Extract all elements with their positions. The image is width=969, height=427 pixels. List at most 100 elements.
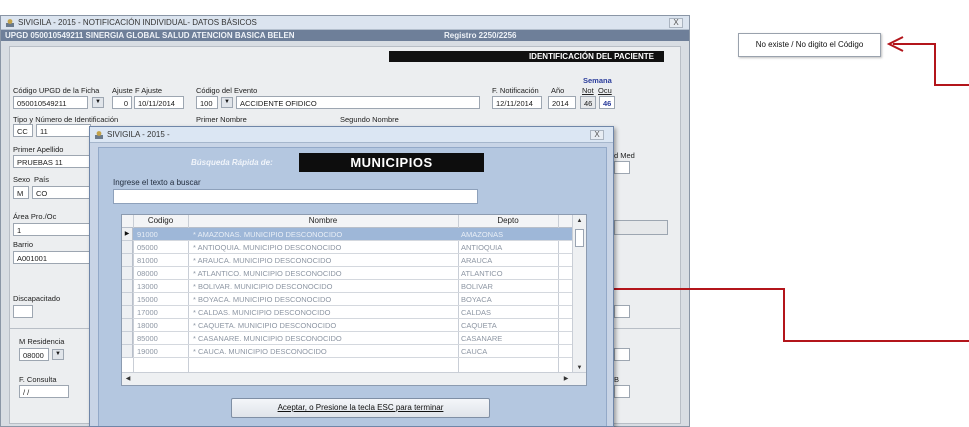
cell-depto: CAQUETA bbox=[461, 321, 497, 330]
m-residencia-field[interactable]: 08000 bbox=[19, 348, 49, 361]
semana-ocu-field[interactable]: 46 bbox=[599, 96, 615, 109]
semana-not-field[interactable]: 46 bbox=[580, 96, 596, 109]
label-d-med: d Med bbox=[614, 151, 635, 160]
label-tipo-numero: Tipo y Número de Identificación bbox=[13, 115, 119, 124]
cell-codigo: 05000 bbox=[137, 243, 158, 252]
sivigila-app-icon bbox=[95, 131, 103, 139]
upgd-header-text: UPGD 050010549211 SINERGIA GLOBAL SALUD … bbox=[5, 31, 295, 40]
chevron-down-icon[interactable]: ▼ bbox=[221, 97, 233, 108]
cell-depto: ANTIOQUIA bbox=[461, 243, 503, 252]
column-depto[interactable]: Depto bbox=[458, 216, 558, 225]
dialog-title-bar: SIVIGILA - 2015 - X bbox=[90, 127, 613, 143]
cell-codigo: 13000 bbox=[137, 282, 158, 291]
label-f-ajuste: F Ajuste bbox=[135, 86, 163, 95]
dialog-title: SIVIGILA - 2015 - bbox=[107, 130, 170, 139]
cell-nombre: * CAUCA. MUNICIPIO DESCONOCIDO bbox=[193, 347, 327, 356]
label-codigo-evento: Código del Evento bbox=[196, 86, 258, 95]
label-not: Not bbox=[582, 86, 594, 95]
residencia-right-field[interactable] bbox=[614, 348, 630, 361]
cell-depto: CALDAS bbox=[461, 308, 492, 317]
sivigila-app-icon bbox=[6, 19, 14, 27]
label-codigo-upgd: Código UPGD de la Ficha bbox=[13, 86, 100, 95]
cell-nombre: * BOYACA. MUNICIPIO DESCONOCIDO bbox=[193, 295, 332, 304]
quick-search-target: MUNICIPIOS bbox=[299, 153, 484, 172]
tipo-id-field[interactable]: CC bbox=[13, 124, 33, 137]
row-selector[interactable] bbox=[122, 306, 133, 319]
d-med-field[interactable] bbox=[614, 161, 630, 174]
area-field[interactable]: 1 bbox=[13, 223, 91, 236]
right-small-field[interactable] bbox=[614, 305, 630, 318]
barrio-field[interactable]: A001001 bbox=[13, 251, 91, 264]
scroll-thumb[interactable] bbox=[575, 229, 584, 247]
row-selector[interactable] bbox=[122, 332, 133, 345]
table-row[interactable]: 85000 * CASANARE. MUNICIPIO DESCONOCIDO CA… bbox=[133, 332, 574, 345]
primer-apellido-field[interactable]: PRUEBAS 11 bbox=[13, 155, 91, 168]
label-f-consulta: F. Consulta bbox=[19, 375, 57, 384]
table-row[interactable]: 81000 * ARAUCA. MUNICIPIO DESCONOCIDO ARAU… bbox=[133, 254, 574, 267]
evento-nombre-field[interactable]: ACCIDENTE OFIDICO bbox=[236, 96, 480, 109]
sexo-field[interactable]: M bbox=[13, 186, 29, 199]
table-row[interactable]: 15000 * BOYACA. MUNICIPIO DESCONOCIDO BOYA… bbox=[133, 293, 574, 306]
cell-codigo: 81000 bbox=[137, 256, 158, 265]
table-row[interactable]: 08000 * ATLANTICO. MUNICIPIO DESCONOCIDO A… bbox=[133, 267, 574, 280]
table-row[interactable]: 18000 * CAQUETA. MUNICIPIO DESCONOCIDO CAQ… bbox=[133, 319, 574, 332]
horizontal-scrollbar[interactable]: ◀ ▶ bbox=[122, 372, 586, 385]
ajuste-field[interactable]: 0 bbox=[112, 96, 132, 109]
label-ajuste: Ajuste bbox=[112, 86, 133, 95]
cell-codigo: 15000 bbox=[137, 295, 158, 304]
discapacitado-field[interactable] bbox=[13, 305, 33, 318]
search-label: Ingrese el texto a buscar bbox=[113, 178, 201, 187]
cell-codigo: 18000 bbox=[137, 321, 158, 330]
main-window-title: SIVIGILA - 2015 - NOTIFICACIÓN INDIVIDUA… bbox=[18, 18, 257, 27]
main-close-button[interactable]: X bbox=[669, 18, 683, 28]
table-row[interactable]: 13000 * BOLIVAR. MUNICIPIO DESCONOCIDO BOL… bbox=[133, 280, 574, 293]
cell-depto: CAUCA bbox=[461, 347, 488, 356]
label-primer-apellido: Primer Apellido bbox=[13, 145, 64, 154]
area-right-field[interactable] bbox=[614, 220, 668, 235]
table-row[interactable]: 91000 * AMAZONAS. MUNICIPIO DESCONOCIDO AM… bbox=[133, 228, 574, 241]
red-arrow-icon bbox=[886, 36, 969, 86]
label-barrio: Barrio bbox=[13, 240, 34, 249]
scroll-right-icon[interactable]: ▶ bbox=[560, 373, 572, 385]
pais-field[interactable]: CO bbox=[32, 186, 92, 199]
numero-id-field[interactable]: 11 bbox=[36, 124, 91, 137]
cell-nombre: * CALDAS. MUNICIPIO DESCONOCIDO bbox=[193, 308, 331, 317]
accept-button[interactable]: Aceptar, o Presione la tecla ESC para te… bbox=[231, 398, 490, 418]
table-row[interactable]: 05000 * ANTIOQUIA. MUNICIPIO DESCONOCIDO A… bbox=[133, 241, 574, 254]
cell-depto: AMAZONAS bbox=[461, 230, 504, 239]
label-ocu: Ocu bbox=[598, 86, 612, 95]
row-selector[interactable] bbox=[122, 254, 133, 267]
search-input[interactable] bbox=[113, 189, 478, 204]
row-selector[interactable] bbox=[122, 293, 133, 306]
cell-codigo: 17000 bbox=[137, 308, 158, 317]
label-primer-nombre: Primer Nombre bbox=[196, 115, 247, 124]
row-pointer-icon[interactable]: ▶ bbox=[122, 228, 133, 241]
scroll-up-icon[interactable]: ▲ bbox=[573, 215, 586, 227]
dialog-close-button[interactable]: X bbox=[590, 130, 604, 140]
row-selector[interactable] bbox=[122, 319, 133, 332]
row-selector[interactable] bbox=[122, 345, 133, 358]
table-row[interactable]: 17000 * CALDAS. MUNICIPIO DESCONOCIDO CALD… bbox=[133, 306, 574, 319]
f-ajuste-field[interactable]: 10/11/2014 bbox=[134, 96, 184, 109]
row-selector[interactable] bbox=[122, 280, 133, 293]
scroll-left-icon[interactable]: ◀ bbox=[122, 373, 134, 385]
chevron-down-icon[interactable]: ▼ bbox=[92, 97, 104, 108]
codigo-evento-field[interactable]: 100 bbox=[196, 96, 218, 109]
f-notificacion-field[interactable]: 12/11/2014 bbox=[492, 96, 542, 109]
chevron-down-icon[interactable]: ▼ bbox=[52, 349, 64, 360]
column-nombre[interactable]: Nombre bbox=[188, 216, 458, 225]
anio-field[interactable]: 2014 bbox=[548, 96, 576, 109]
cell-depto: BOYACA bbox=[461, 295, 492, 304]
column-codigo[interactable]: Codigo bbox=[133, 216, 188, 225]
municipios-grid[interactable]: Codigo Nombre Depto ▶ 91000 * AMAZONAS. MU… bbox=[121, 214, 587, 386]
accept-button-label: Aceptar, o Presione la tecla ESC para te… bbox=[277, 403, 444, 412]
b-field[interactable] bbox=[614, 385, 630, 398]
row-selector[interactable] bbox=[122, 241, 133, 254]
code-error-tooltip: No existe / No digito el Código bbox=[738, 33, 881, 57]
label-sexo: Sexo bbox=[13, 175, 31, 184]
row-selector[interactable] bbox=[122, 267, 133, 280]
codigo-upgd-field[interactable]: 050010549211 bbox=[13, 96, 88, 109]
vertical-scrollbar[interactable]: ▲ ▼ bbox=[572, 215, 586, 374]
f-consulta-field[interactable]: / / bbox=[19, 385, 69, 398]
table-row[interactable]: 19000 * CAUCA. MUNICIPIO DESCONOCIDO CAUCA bbox=[133, 345, 574, 358]
